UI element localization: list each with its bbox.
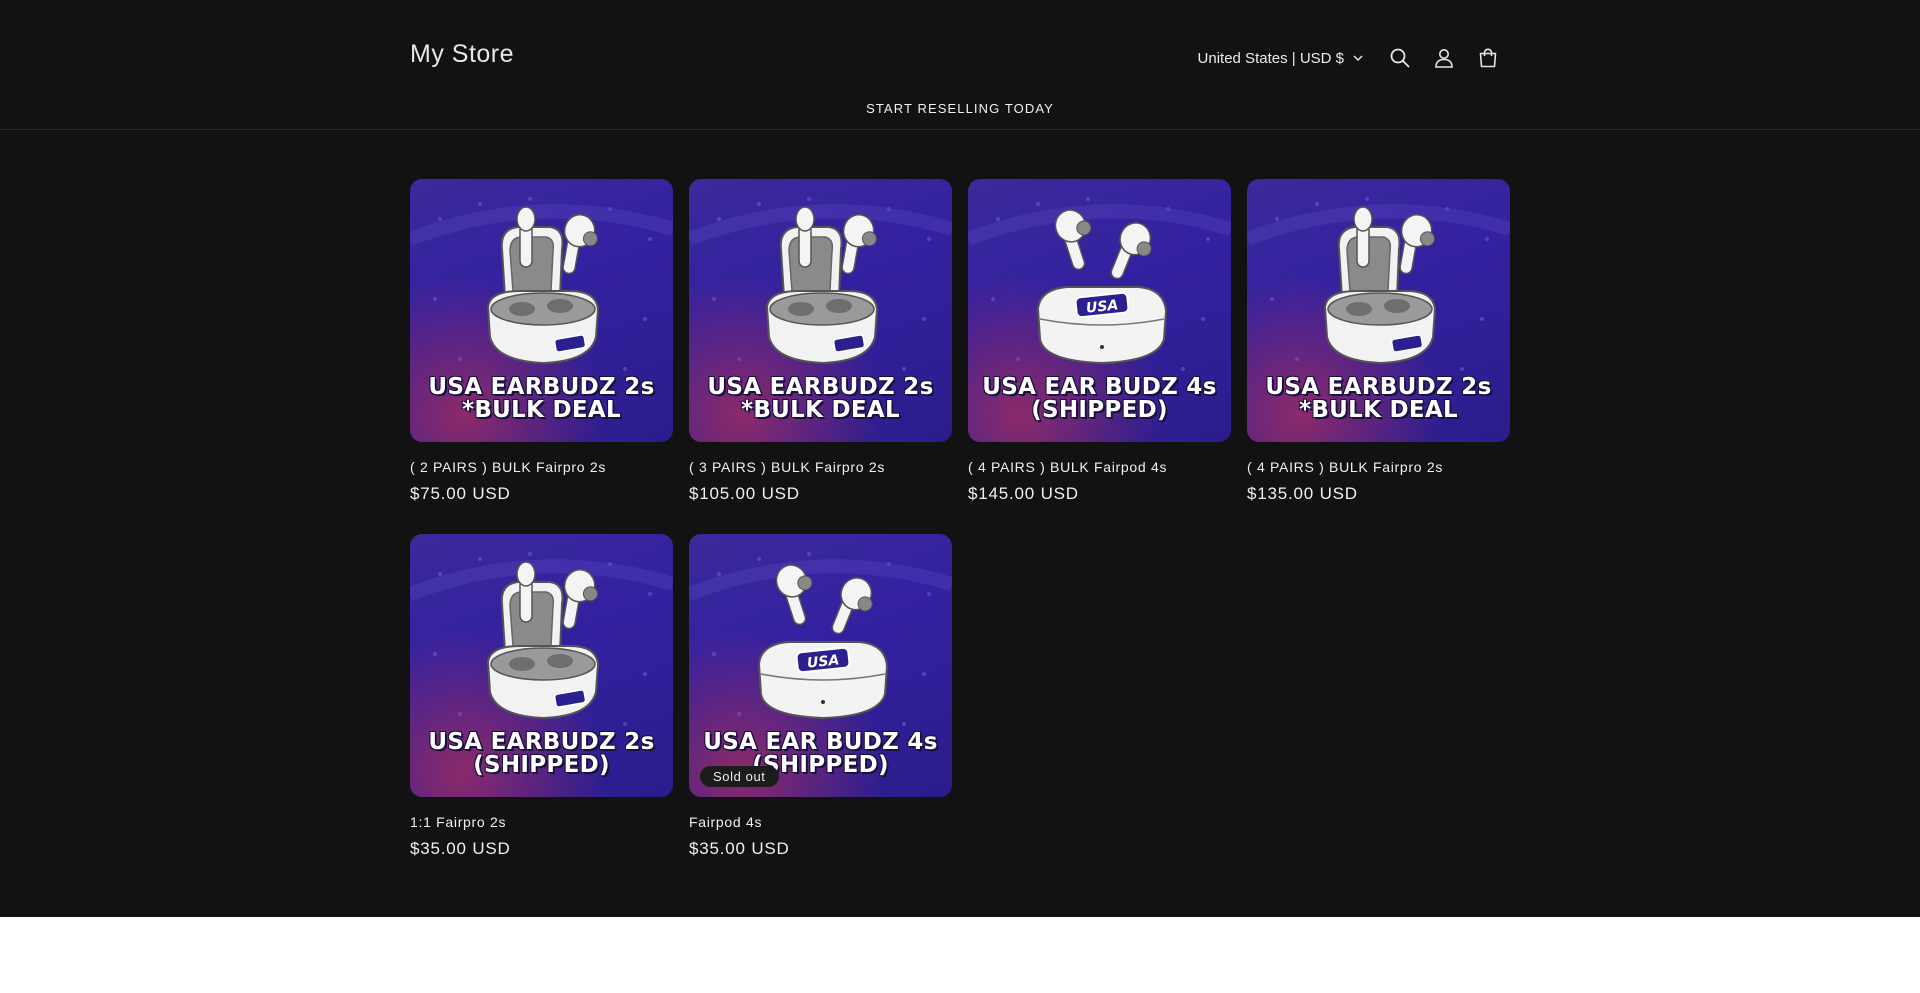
product-price: $145.00 USD [968,484,1079,503]
image-caption: USA EARBUDZ 2s *BULK DEAL [1265,374,1492,423]
product-price: $75.00 USD [410,484,511,503]
product-title[interactable]: ( 4 PAIRS ) BULK Fairpod 4s [968,459,1231,475]
country-selector-label: United States | USD $ [1197,49,1344,67]
product-image[interactable]: USA EARBUDZ 2s (SHIPPED) [410,534,673,797]
country-currency-selector[interactable]: United States | USD $ [1198,50,1364,67]
image-caption: USA EARBUDZ 2s *BULK DEAL [707,374,934,423]
product-card[interactable]: USA EARBUDZ 2s *BULK DEAL ( 2 PAIRS ) BU… [410,179,673,504]
product-card[interactable]: USA EARBUDZ 2s (SHIPPED) 1:1 Fairpro 2s … [410,534,673,859]
header-actions: United States | USD $ [1198,40,1510,76]
account-icon [1435,49,1453,68]
product-card[interactable]: USA USA EAR BUDZ 4s (SHIPPED) Sold out F… [689,534,952,859]
product-image[interactable]: USA EARBUDZ 2s *BULK DEAL [1247,179,1510,442]
product-price: $35.00 USD [689,839,790,858]
product-title[interactable]: 1:1 Fairpro 2s [410,814,673,830]
svg-text:USA: USA [806,652,840,671]
search-icon [1390,48,1410,68]
product-card[interactable]: USA USA EAR BUDZ 4s (SHIPPED) ( 4 PAIRS … [968,179,1231,504]
search-button[interactable] [1378,36,1422,80]
site-header: My Store United States | USD $ START RES… [0,0,1920,130]
product-image[interactable]: USA USA EAR BUDZ 4s (SHIPPED) [968,179,1231,442]
product-card[interactable]: USA EARBUDZ 2s *BULK DEAL ( 3 PAIRS ) BU… [689,179,952,504]
image-caption: USA EAR BUDZ 4s (SHIPPED) [982,374,1217,423]
svg-text:USA: USA [1085,297,1119,316]
sold-out-badge: Sold out [700,766,779,787]
nav-link-start-reselling[interactable]: START RESELLING TODAY [866,101,1054,116]
store-logo[interactable]: My Store [410,40,514,69]
chevron-down-icon [1353,55,1363,62]
main-nav: START RESELLING TODAY [0,100,1920,118]
image-caption: USA EARBUDZ 2s *BULK DEAL [428,374,655,423]
cart-icon [1479,48,1497,68]
store-page: My Store United States | USD $ START RES… [0,0,1920,917]
product-image[interactable]: USA EARBUDZ 2s *BULK DEAL [689,179,952,442]
product-title[interactable]: ( 3 PAIRS ) BULK Fairpro 2s [689,459,952,475]
product-price: $105.00 USD [689,484,800,503]
cart-button[interactable] [1466,36,1510,80]
product-grid: USA EARBUDZ 2s *BULK DEAL ( 2 PAIRS ) BU… [410,179,1510,859]
product-price: $135.00 USD [1247,484,1358,503]
product-title[interactable]: ( 4 PAIRS ) BULK Fairpro 2s [1247,459,1510,475]
account-button[interactable] [1422,36,1466,80]
product-image[interactable]: USA EARBUDZ 2s *BULK DEAL [410,179,673,442]
product-image[interactable]: USA USA EAR BUDZ 4s (SHIPPED) Sold out [689,534,952,797]
product-price: $35.00 USD [410,839,511,858]
product-card[interactable]: USA EARBUDZ 2s *BULK DEAL ( 4 PAIRS ) BU… [1247,179,1510,504]
image-caption: USA EARBUDZ 2s (SHIPPED) [428,729,655,778]
product-title[interactable]: Fairpod 4s [689,814,952,830]
product-title[interactable]: ( 2 PAIRS ) BULK Fairpro 2s [410,459,673,475]
